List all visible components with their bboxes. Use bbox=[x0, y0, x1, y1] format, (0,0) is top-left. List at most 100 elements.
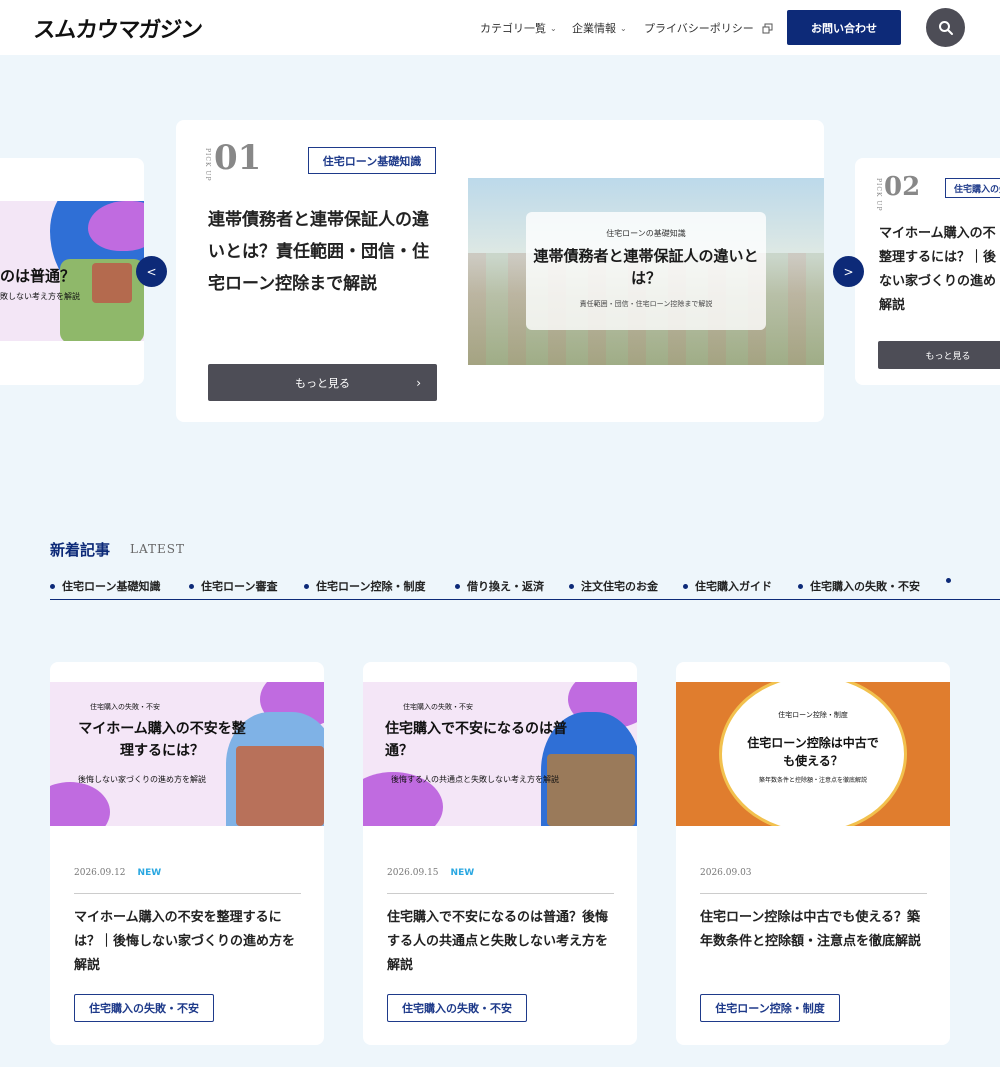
search-button[interactable] bbox=[926, 8, 965, 47]
nav-company-label: 企業情報 bbox=[572, 22, 616, 35]
article-title[interactable]: 住宅ローン控除は中古でも使える？築年数条件と控除額・注意点を徹底解説 bbox=[700, 906, 930, 954]
article-date: 2026.09.12 bbox=[74, 868, 126, 878]
article-date: 2026.09.03 bbox=[700, 868, 752, 878]
new-badge: NEW bbox=[137, 868, 162, 878]
nav-privacy-label: プライバシーポリシー bbox=[644, 22, 754, 35]
category-label: 住宅ローン基礎知識 bbox=[62, 580, 161, 593]
thumbnail-category: 住宅ローンの基礎知識 bbox=[606, 229, 686, 238]
category-link[interactable]: 注文住宅のお金 bbox=[569, 578, 658, 594]
pickup-category-tag[interactable]: 住宅ローン基礎知識 bbox=[308, 147, 436, 174]
house-shape bbox=[547, 754, 635, 826]
category-link[interactable]: 住宅購入ガイド bbox=[683, 578, 772, 594]
bullet-icon bbox=[683, 583, 688, 589]
article-thumbnail[interactable]: 住宅購入の失敗・不安 住宅購入で不安になるのは普通？ 後悔する人の共通点と失敗し… bbox=[363, 682, 637, 826]
category-filter-bar: 住宅ローン基礎知識 住宅ローン審査 住宅ローン控除・制度 借り換え・返済 注文住… bbox=[50, 576, 1000, 600]
article-thumbnail[interactable]: 住宅購入の失敗・不安 マイホーム購入の不安を整理するには？ 後悔しない家づくりの… bbox=[50, 682, 324, 826]
thumbnail-title: 住宅購入で不安になるのは普通？ bbox=[385, 721, 567, 759]
title-line: ない家づくりの進め bbox=[879, 274, 997, 289]
article-meta: 2026.09.03 bbox=[700, 868, 927, 894]
thumbnail-overlay: 住宅ローンの基礎知識 連帯債務者と連帯保証人の違いとは？ 責任範囲・団信・住宅ロ… bbox=[526, 212, 766, 330]
category-label: 借り換え・返済 bbox=[467, 580, 544, 593]
category-link[interactable]: 住宅ローン審査 bbox=[189, 578, 277, 594]
category-link-partial[interactable] bbox=[946, 578, 951, 583]
bullet-icon bbox=[304, 583, 309, 589]
pickup-card-next[interactable]: PICK UP 02 住宅購入の失 マイホーム購入の不 整理するには？｜後 ない… bbox=[855, 158, 1000, 385]
article-card[interactable]: 住宅購入の失敗・不安 マイホーム購入の不安を整理するには？ 後悔しない家づくりの… bbox=[50, 662, 324, 1045]
article-thumbnail[interactable]: 住宅ローン控除・制度 住宅ローン控除は中古でも使える？ 築年数条件と控除額・注意… bbox=[676, 682, 950, 826]
thumbnail-title: 住宅ローン控除は中古でも使える？ bbox=[747, 736, 879, 768]
pickup-label: PICK UP bbox=[204, 148, 211, 182]
category-label: 注文住宅のお金 bbox=[581, 580, 658, 593]
article-meta: 2026.09.12 NEW bbox=[74, 868, 301, 894]
pickup-card-prev[interactable]: のは普通？ 敗しない考え方を解説 bbox=[0, 158, 144, 385]
pickup-title[interactable]: マイホーム購入の不 整理するには？｜後 ない家づくりの進め 解説 bbox=[879, 222, 1000, 318]
search-icon bbox=[938, 20, 953, 35]
pickup-prev-img-sub: 敗しない考え方を解説 bbox=[0, 292, 80, 301]
latest-heading-en: LATEST bbox=[130, 542, 185, 556]
pickup-thumbnail[interactable]: 住宅ローンの基礎知識 連帯債務者と連帯保証人の違いとは？ 責任範囲・団信・住宅ロ… bbox=[468, 178, 824, 365]
contact-button[interactable]: お問い合わせ bbox=[787, 10, 901, 45]
category-link[interactable]: 住宅ローン基礎知識 bbox=[50, 578, 160, 594]
bullet-icon bbox=[569, 583, 574, 589]
thumbnail-category: 住宅購入の失敗・不安 bbox=[403, 703, 473, 711]
external-link-icon bbox=[762, 23, 773, 33]
article-card[interactable]: 住宅ローン控除・制度 住宅ローン控除は中古でも使える？ 築年数条件と控除額・注意… bbox=[676, 662, 950, 1045]
thumbnail-category: 住宅ローン控除・制度 bbox=[778, 711, 848, 719]
nav-categories-label: カテゴリ一覧 bbox=[480, 22, 546, 35]
site-header: スムカウマガジン カテゴリ一覧 ⌄ 企業情報 ⌄ プライバシーポリシー お問い合… bbox=[0, 0, 1000, 55]
thumbnail-title: マイホーム購入の不安を整理するには？ bbox=[78, 721, 246, 759]
article-title[interactable]: マイホーム購入の不安を整理するには？｜後悔しない家づくりの進め方を解説 bbox=[74, 906, 304, 978]
article-category-tag[interactable]: 住宅購入の失敗・不安 bbox=[74, 994, 214, 1022]
bullet-icon bbox=[50, 583, 55, 589]
nav-categories[interactable]: カテゴリ一覧 ⌄ bbox=[480, 20, 557, 36]
chevron-down-icon: ⌄ bbox=[550, 23, 557, 33]
carousel-prev-button[interactable]: < bbox=[136, 256, 167, 287]
bullet-icon bbox=[189, 583, 194, 589]
pickup-card-main[interactable]: PICK UP 01 住宅ローン基礎知識 連帯債務者と連帯保証人の違いとは？責任… bbox=[176, 120, 824, 422]
title-line: 整理するには？｜後 bbox=[879, 250, 997, 265]
thumbnail-subtitle: 築年数条件と控除額・注意点を徹底解説 bbox=[758, 777, 867, 784]
article-date: 2026.09.15 bbox=[387, 868, 439, 878]
thumbnail-subtitle: 後悔しない家づくりの進め方を解説 bbox=[78, 775, 206, 784]
category-link[interactable]: 住宅ローン控除・制度 bbox=[304, 578, 425, 594]
purple-blob bbox=[50, 782, 110, 826]
carousel-next-button[interactable]: > bbox=[833, 256, 864, 287]
nav-privacy[interactable]: プライバシーポリシー bbox=[644, 20, 773, 36]
thumbnail-subtitle: 責任範囲・団信・住宅ローン控除まで解説 bbox=[579, 300, 713, 308]
site-logo[interactable]: スムカウマガジン bbox=[32, 12, 203, 44]
more-button[interactable]: もっと見る bbox=[878, 341, 1000, 369]
category-label: 住宅ローン審査 bbox=[201, 580, 278, 593]
thumbnail-category: 住宅購入の失敗・不安 bbox=[90, 703, 160, 711]
pickup-title[interactable]: 連帯債務者と連帯保証人の違いとは？責任範囲・団信・住宅ローン控除まで解説 bbox=[208, 204, 440, 300]
thumbnail-subtitle: 後悔する人の共通点と失敗しない考え方を解説 bbox=[391, 775, 559, 784]
chevron-right-icon: › bbox=[416, 375, 421, 390]
pickup-number: 02 bbox=[884, 172, 921, 202]
bullet-icon bbox=[798, 583, 803, 589]
nav-company[interactable]: 企業情報 ⌄ bbox=[572, 20, 627, 36]
title-line: マイホーム購入の不 bbox=[879, 226, 996, 241]
chevron-down-icon: ⌄ bbox=[620, 23, 627, 33]
new-badge: NEW bbox=[450, 868, 475, 878]
article-category-tag[interactable]: 住宅購入の失敗・不安 bbox=[387, 994, 527, 1022]
category-link[interactable]: 借り換え・返済 bbox=[455, 578, 544, 594]
more-button-label: もっと見る bbox=[295, 376, 350, 390]
thumbnail-title: 連帯債務者と連帯保証人の違いとは？ bbox=[533, 247, 759, 287]
bullet-icon bbox=[455, 583, 460, 589]
house-roof bbox=[92, 263, 132, 303]
pickup-prev-thumbnail: のは普通？ 敗しない考え方を解説 bbox=[0, 201, 144, 341]
article-title[interactable]: 住宅購入で不安になるのは普通？後悔する人の共通点と失敗しない考え方を解説 bbox=[387, 906, 617, 978]
more-button[interactable]: もっと見る › bbox=[208, 364, 437, 401]
category-label: 住宅ローン控除・制度 bbox=[316, 580, 426, 593]
latest-heading: 新着記事 bbox=[50, 541, 111, 559]
article-category-tag[interactable]: 住宅ローン控除・制度 bbox=[700, 994, 840, 1022]
pickup-number: 01 bbox=[214, 138, 262, 178]
bullet-icon bbox=[946, 578, 951, 583]
category-label: 住宅購入の失敗・不安 bbox=[810, 580, 920, 593]
category-label: 住宅購入ガイド bbox=[695, 580, 772, 593]
article-meta: 2026.09.15 NEW bbox=[387, 868, 614, 894]
pickup-category-tag[interactable]: 住宅購入の失 bbox=[945, 178, 1000, 198]
article-card[interactable]: 住宅購入の失敗・不安 住宅購入で不安になるのは普通？ 後悔する人の共通点と失敗し… bbox=[363, 662, 637, 1045]
pickup-label: PICK UP bbox=[875, 178, 882, 212]
category-link[interactable]: 住宅購入の失敗・不安 bbox=[798, 578, 920, 594]
pickup-prev-img-title: のは普通？ bbox=[0, 267, 76, 285]
